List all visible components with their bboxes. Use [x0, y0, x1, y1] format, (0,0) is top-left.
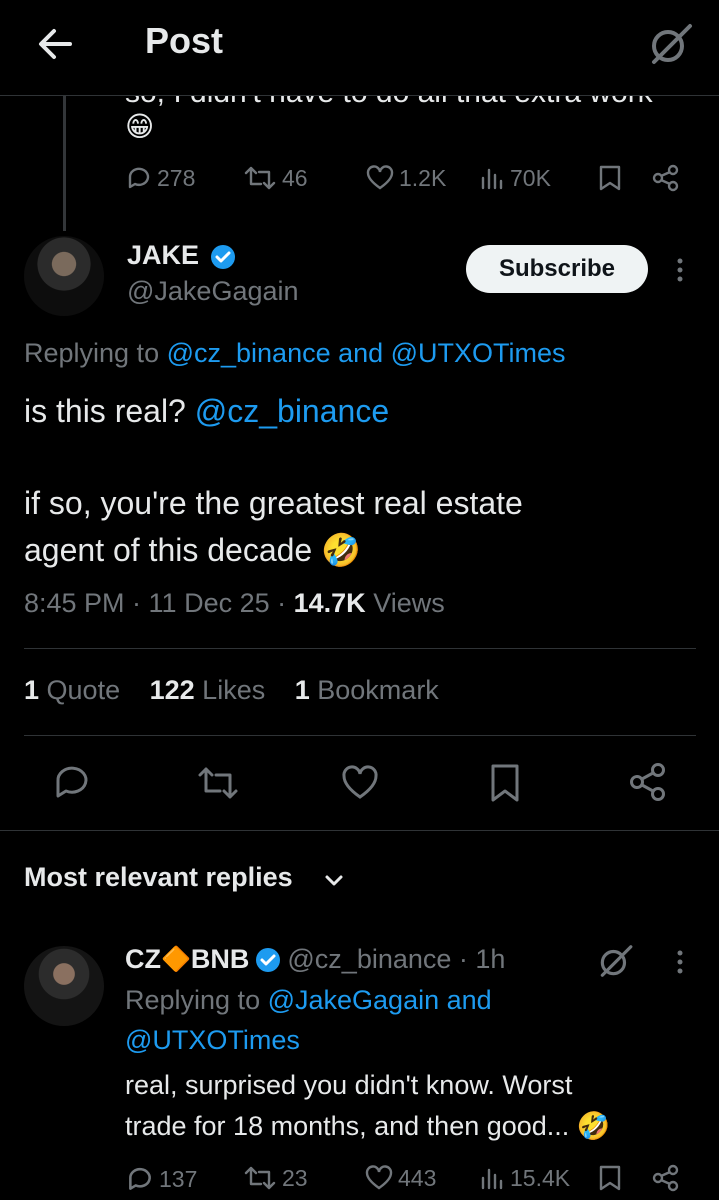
- prev-views-button[interactable]: 70K: [478, 164, 551, 192]
- quotes-label: Quote: [39, 675, 121, 705]
- quotes-stat[interactable]: 1 Quote: [24, 675, 120, 705]
- share-icon: [652, 164, 679, 192]
- tweet-meta: 8:45 PM · 11 Dec 25 · 14.7K Views: [24, 588, 445, 619]
- more-icon[interactable]: [672, 948, 688, 976]
- prev-repost-count: 46: [282, 164, 308, 191]
- tweet-text-line2: if so, you're the greatest real estate: [24, 485, 523, 521]
- reply-bookmark-button[interactable]: [597, 1164, 627, 1192]
- reply-reply-count: 137: [159, 1165, 198, 1192]
- replying-mention[interactable]: @UTXOTimes: [125, 1025, 300, 1056]
- reply-text-line1: real, surprised you didn't know. Worst: [125, 1070, 573, 1100]
- avatar[interactable]: [24, 946, 104, 1026]
- grok-button[interactable]: [646, 20, 694, 68]
- divider: [24, 648, 696, 649]
- verified-icon: [256, 947, 281, 972]
- bookmark-icon[interactable]: [488, 762, 522, 804]
- replying-to: Replying to @cz_binance and @UTXOTimes: [24, 338, 566, 369]
- repost-icon[interactable]: [195, 764, 241, 802]
- reply-repost-count: 23: [282, 1164, 308, 1191]
- replying-mentions[interactable]: @JakeGagain and: [268, 985, 492, 1015]
- reply-reply-button[interactable]: 137: [125, 1164, 197, 1194]
- repost-icon: [244, 166, 276, 190]
- bookmarks-label: Bookmark: [309, 675, 439, 705]
- prev-bookmark-button[interactable]: [597, 164, 627, 192]
- likes-label: Likes: [194, 675, 266, 705]
- rofl-emoji: 🤣: [576, 1111, 611, 1141]
- prev-like-count: 1.2K: [399, 164, 447, 191]
- grok-icon: [652, 24, 692, 64]
- reply-share-button[interactable]: [651, 1164, 685, 1192]
- tweet-text-line3: agent of this decade 🤣: [24, 531, 361, 569]
- reply-repost-button[interactable]: 23: [242, 1164, 308, 1192]
- reply-replying-to: Replying to @JakeGagain and: [125, 985, 492, 1016]
- divider: [0, 830, 719, 831]
- back-arrow-icon: [39, 29, 72, 59]
- prev-repost-button[interactable]: 46: [242, 164, 308, 192]
- reply-like-button[interactable]: 443: [364, 1164, 436, 1192]
- grok-icon[interactable]: [596, 942, 634, 980]
- like-icon: [366, 165, 394, 190]
- author-name[interactable]: JAKE: [127, 240, 199, 271]
- reply-author-name-part2[interactable]: BNB: [191, 944, 250, 975]
- bookmarks-stat[interactable]: 1 Bookmark: [295, 675, 439, 705]
- rofl-emoji: 🤣: [321, 532, 361, 568]
- prev-reply-button[interactable]: 278: [125, 164, 195, 192]
- quotes-count: 1: [24, 675, 40, 705]
- divider: [24, 735, 696, 736]
- reply-views-count: 15.4K: [510, 1164, 571, 1191]
- tweet-text: agent of this decade: [24, 532, 313, 568]
- chevron-down-icon[interactable]: [320, 866, 348, 894]
- share-icon: [652, 1164, 679, 1192]
- reply-icon: [128, 167, 150, 189]
- likes-stat[interactable]: 122 Likes: [150, 675, 266, 705]
- reply-views-button[interactable]: 15.4K: [478, 1164, 570, 1192]
- tweet-text-line1: is this real? @cz_binance: [24, 393, 389, 430]
- like-icon: [365, 1165, 393, 1190]
- views-count: 14.7K: [293, 588, 366, 618]
- tweet-text: is this real?: [24, 393, 195, 429]
- replying-mentions[interactable]: @cz_binance and @UTXOTimes: [167, 338, 566, 368]
- prev-share-button[interactable]: [651, 164, 685, 192]
- bookmark-icon: [599, 1165, 621, 1191]
- author-handle[interactable]: @JakeGagain: [127, 276, 299, 307]
- replying-prefix: Replying to: [24, 338, 167, 368]
- reply-like-count: 443: [398, 1164, 437, 1191]
- avatar[interactable]: [24, 236, 104, 316]
- more-icon[interactable]: [670, 256, 690, 284]
- views-label: Views: [365, 588, 445, 618]
- thread-line: [63, 96, 66, 231]
- verified-icon: [211, 245, 235, 269]
- likes-count: 122: [149, 675, 195, 705]
- prev-reply-count: 278: [157, 164, 196, 191]
- repost-icon: [244, 1166, 276, 1190]
- mention-link[interactable]: @cz_binance: [195, 393, 389, 429]
- tweet-stats: 1 Quote 122 Likes 1 Bookmark: [24, 675, 439, 706]
- prev-like-button[interactable]: 1.2K: [365, 164, 446, 192]
- prev-views-count: 70K: [510, 164, 551, 191]
- reply-author-name-part1[interactable]: CZ: [125, 944, 161, 975]
- top-bar: Post: [0, 0, 719, 96]
- diamond-emoji: 🔶: [161, 946, 191, 973]
- replies-sort-label[interactable]: Most relevant replies: [24, 862, 293, 893]
- share-icon[interactable]: [628, 762, 668, 802]
- subscribe-button[interactable]: Subscribe: [466, 245, 648, 293]
- timestamp: 8:45 PM · 11 Dec 25 ·: [24, 588, 294, 618]
- reply-text: trade for 18 months, and then good...: [125, 1111, 577, 1141]
- reply-icon[interactable]: [52, 762, 92, 802]
- reply-header: CZ 🔶 BNB @cz_binance · 1h: [125, 944, 505, 975]
- page-title: Post: [145, 20, 224, 61]
- back-button[interactable]: [34, 22, 78, 66]
- views-icon: [481, 168, 503, 190]
- reply-text-line2: trade for 18 months, and then good... 🤣: [125, 1110, 610, 1142]
- bookmarks-count: 1: [294, 675, 310, 705]
- views-icon: [481, 1168, 503, 1190]
- like-icon[interactable]: [340, 764, 380, 802]
- replying-prefix: Replying to: [125, 985, 268, 1015]
- grin-emoji: 😁: [125, 111, 155, 142]
- reply-icon: [129, 1167, 151, 1190]
- reply-handle-time: @cz_binance · 1h: [287, 944, 506, 974]
- bookmark-icon: [599, 165, 621, 191]
